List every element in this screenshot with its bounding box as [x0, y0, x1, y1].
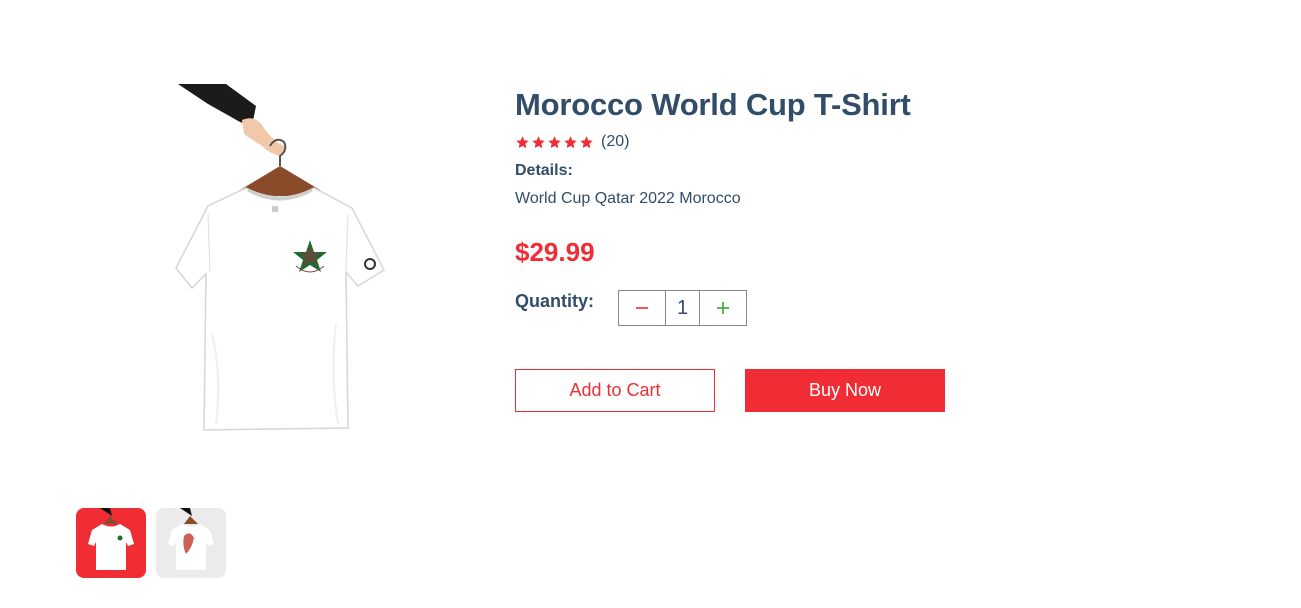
buy-now-button[interactable]: Buy Now: [745, 369, 945, 412]
quantity-label: Quantity:: [515, 291, 594, 311]
product-reviews: (20): [515, 132, 1215, 152]
action-buttons: Add to Cart Buy Now: [515, 369, 1215, 412]
product-main-image: [152, 84, 412, 444]
star-icon: [516, 135, 529, 148]
quantity-value: 1: [666, 291, 700, 325]
star-rating: [515, 135, 594, 150]
quantity-section: Quantity: 1: [515, 288, 1215, 326]
star-icon: [532, 135, 545, 148]
details-heading: Details:: [515, 162, 573, 179]
thumbnail-gallery: [76, 508, 226, 578]
star-icon: [564, 135, 577, 148]
review-count: (20): [601, 133, 630, 150]
product-details: Morocco World Cup T-Shirt (20) Details: …: [515, 84, 1215, 412]
product-title: Morocco World Cup T-Shirt: [515, 87, 911, 122]
add-to-cart-button[interactable]: Add to Cart: [515, 369, 715, 412]
plus-icon[interactable]: [700, 291, 746, 325]
star-icon: [548, 135, 561, 148]
quantity-stepper: 1: [618, 290, 747, 326]
minus-icon[interactable]: [619, 291, 666, 325]
thumbnail-tshirt-back[interactable]: [156, 508, 226, 578]
product-detail-page: Morocco World Cup T-Shirt (20) Details: …: [0, 0, 1301, 608]
product-price: $29.99: [515, 237, 595, 267]
details-text: World Cup Qatar 2022 Morocco: [515, 190, 741, 207]
star-icon: [580, 135, 593, 148]
thumbnail-tshirt-front[interactable]: [76, 508, 146, 578]
